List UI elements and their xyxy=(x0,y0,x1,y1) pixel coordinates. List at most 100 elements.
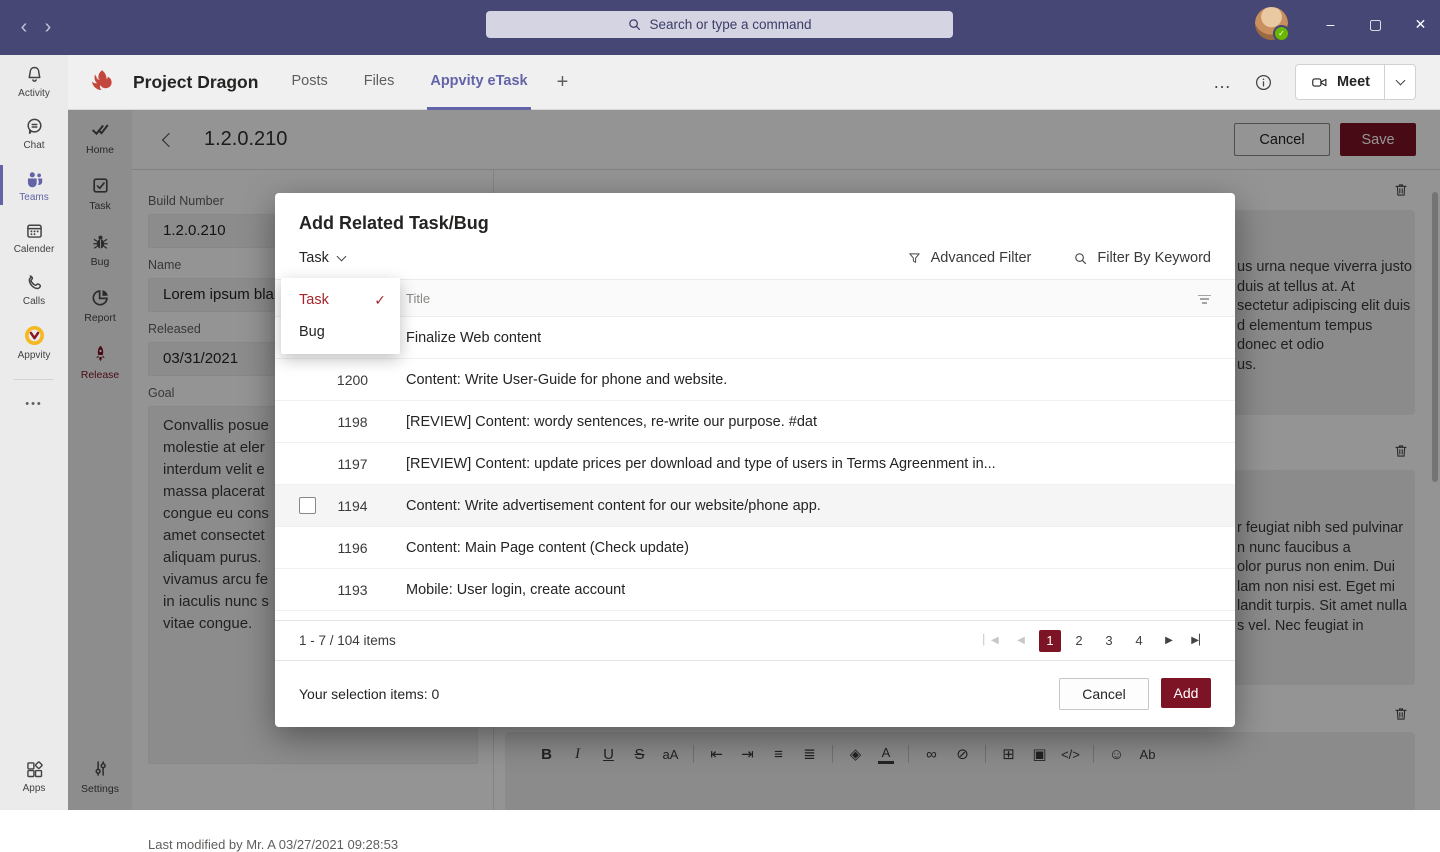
type-dropdown-menu: Task ✓ Bug xyxy=(281,278,400,354)
rail-label: Apps xyxy=(23,783,46,794)
appvity-logo-icon xyxy=(23,324,46,347)
selection-summary: Your selection items: 0 xyxy=(299,686,439,702)
add-tab-button[interactable]: + xyxy=(557,71,569,94)
video-camera-icon xyxy=(1310,74,1329,91)
rail-divider xyxy=(14,379,54,380)
page-3-button[interactable]: 3 xyxy=(1097,630,1121,652)
team-logo-phoenix-icon xyxy=(88,67,115,97)
rail-item-apps[interactable]: Apps xyxy=(0,750,68,802)
table-header-row: Title xyxy=(275,280,1235,317)
search-icon xyxy=(1073,251,1088,266)
nav-forward-icon[interactable]: › xyxy=(36,16,60,39)
table-row[interactable]: Finalize Web content xyxy=(275,317,1235,359)
table-row[interactable]: 1200 Content: Write User-Guide for phone… xyxy=(275,359,1235,401)
rail-item-calender[interactable]: Calender xyxy=(0,211,68,263)
dropdown-option-task[interactable]: Task ✓ xyxy=(281,284,400,316)
meet-button-main[interactable]: Meet xyxy=(1296,65,1384,99)
dropdown-option-bug[interactable]: Bug xyxy=(281,316,400,348)
meet-label: Meet xyxy=(1337,74,1370,90)
table-row[interactable]: 1197 [REVIEW] Content: update prices per… xyxy=(275,443,1235,485)
page-1-button[interactable]: 1 xyxy=(1039,630,1061,652)
row-id: 1198 xyxy=(315,414,390,430)
search-input[interactable]: Search or type a command xyxy=(486,11,953,38)
rail-item-activity[interactable]: Activity xyxy=(0,55,68,107)
chat-bubble-icon xyxy=(24,116,45,137)
row-title: Content: Write User-Guide for phone and … xyxy=(406,372,727,388)
option-label: Bug xyxy=(299,324,325,340)
titlebar: ‹ › Search or type a command ✓ – ▢ ✕ xyxy=(0,0,1440,55)
teams-people-icon xyxy=(23,168,46,189)
search-icon xyxy=(627,17,642,32)
row-id: 1197 xyxy=(315,456,390,472)
search-placeholder: Search or type a command xyxy=(649,17,811,32)
table-row[interactable]: 1193 Mobile: User login, create account xyxy=(275,569,1235,611)
row-title: [REVIEW] Content: wordy sentences, re-wr… xyxy=(406,414,817,430)
pagination-summary: 1 - 7 / 104 items xyxy=(299,633,396,648)
presence-available-icon: ✓ xyxy=(1273,25,1290,42)
rail-label: Appvity xyxy=(18,350,51,361)
rail-label: Calender xyxy=(14,244,55,255)
last-modified-text: Last modified by Mr. A 03/27/2021 09:28:… xyxy=(148,837,398,852)
last-page-button[interactable]: ▶▏ xyxy=(1187,630,1211,652)
advanced-filter-button[interactable]: Advanced Filter xyxy=(907,250,1032,266)
rail-item-teams[interactable]: Teams xyxy=(0,159,68,211)
next-page-button[interactable]: ▶ xyxy=(1157,630,1181,652)
option-label: Task xyxy=(299,292,329,308)
meet-button[interactable]: Meet xyxy=(1295,64,1416,100)
previous-page-button[interactable]: ◀ xyxy=(1009,630,1033,652)
rail-more-apps-icon[interactable]: ••• xyxy=(0,390,68,418)
meet-options-button[interactable] xyxy=(1384,65,1415,99)
rail-item-chat[interactable]: Chat xyxy=(0,107,68,159)
table-row[interactable]: 1196 Content: Main Page content (Check u… xyxy=(275,527,1235,569)
window-close-button[interactable]: ✕ xyxy=(1398,0,1440,48)
row-title: Content: Main Page content (Check update… xyxy=(406,540,689,556)
column-filter-icon[interactable] xyxy=(1197,292,1211,303)
type-dropdown-value: Task xyxy=(299,250,329,266)
phone-icon xyxy=(24,272,45,293)
table-row[interactable]: 1194 Content: Write advertisement conten… xyxy=(275,485,1235,527)
row-id: 1196 xyxy=(315,540,390,556)
row-checkbox[interactable] xyxy=(299,497,316,514)
dialog-cancel-button[interactable]: Cancel xyxy=(1059,678,1149,710)
window-maximize-button[interactable]: ▢ xyxy=(1353,0,1398,48)
apps-grid-icon xyxy=(24,759,45,780)
row-id: 1194 xyxy=(315,498,390,514)
type-dropdown-trigger[interactable]: Task xyxy=(299,250,345,266)
info-icon[interactable] xyxy=(1254,73,1273,92)
tab-posts[interactable]: Posts xyxy=(288,55,330,110)
table-row[interactable]: 1198 [REVIEW] Content: wordy sentences, … xyxy=(275,401,1235,443)
avatar[interactable]: ✓ xyxy=(1255,7,1288,40)
dialog-add-button[interactable]: Add xyxy=(1161,678,1211,708)
nav-back-icon[interactable]: ‹ xyxy=(12,16,36,39)
tab-appvity-etask[interactable]: Appvity eTask xyxy=(427,55,530,110)
window-minimize-button[interactable]: – xyxy=(1308,0,1353,48)
title-column-header: Title xyxy=(406,291,430,306)
first-page-button[interactable]: ▏◀ xyxy=(979,630,1003,652)
page-4-button[interactable]: 4 xyxy=(1127,630,1151,652)
check-icon: ✓ xyxy=(374,292,386,309)
row-title: Finalize Web content xyxy=(406,330,541,346)
team-name: Project Dragon xyxy=(133,72,258,93)
dialog-controls: Task Advanced Filter Filter By Keyword xyxy=(275,234,1235,280)
dialog-title: Add Related Task/Bug xyxy=(275,193,1235,234)
calendar-icon xyxy=(24,220,45,241)
chevron-down-icon xyxy=(336,252,346,262)
filter-by-keyword-button[interactable]: Filter By Keyword xyxy=(1073,250,1211,266)
related-items-table: Title Finalize Web content 1200 Content:… xyxy=(275,280,1235,620)
rail-item-appvity[interactable]: Appvity xyxy=(0,315,68,369)
channel-more-options-icon[interactable]: … xyxy=(1213,72,1232,93)
rail-label: Teams xyxy=(19,192,48,203)
rail-label: Chat xyxy=(23,140,44,151)
row-id: 1193 xyxy=(315,582,390,598)
dialog-footer: Your selection items: 0 Cancel Add xyxy=(275,660,1235,727)
row-title: Mobile: User login, create account xyxy=(406,582,625,598)
chevron-down-icon xyxy=(1395,76,1405,86)
funnel-icon xyxy=(907,251,922,266)
pagination-bar: 1 - 7 / 104 items ▏◀ ◀ 1 2 3 4 ▶ ▶▏ xyxy=(275,620,1235,660)
teams-app-rail: Activity Chat Teams Calender Calls Appvi… xyxy=(0,55,68,810)
page-2-button[interactable]: 2 xyxy=(1067,630,1091,652)
rail-label: Activity xyxy=(18,88,50,99)
add-related-task-bug-dialog: Add Related Task/Bug Task Advanced Filte… xyxy=(275,193,1235,727)
rail-item-calls[interactable]: Calls xyxy=(0,263,68,315)
tab-files[interactable]: Files xyxy=(361,55,398,110)
